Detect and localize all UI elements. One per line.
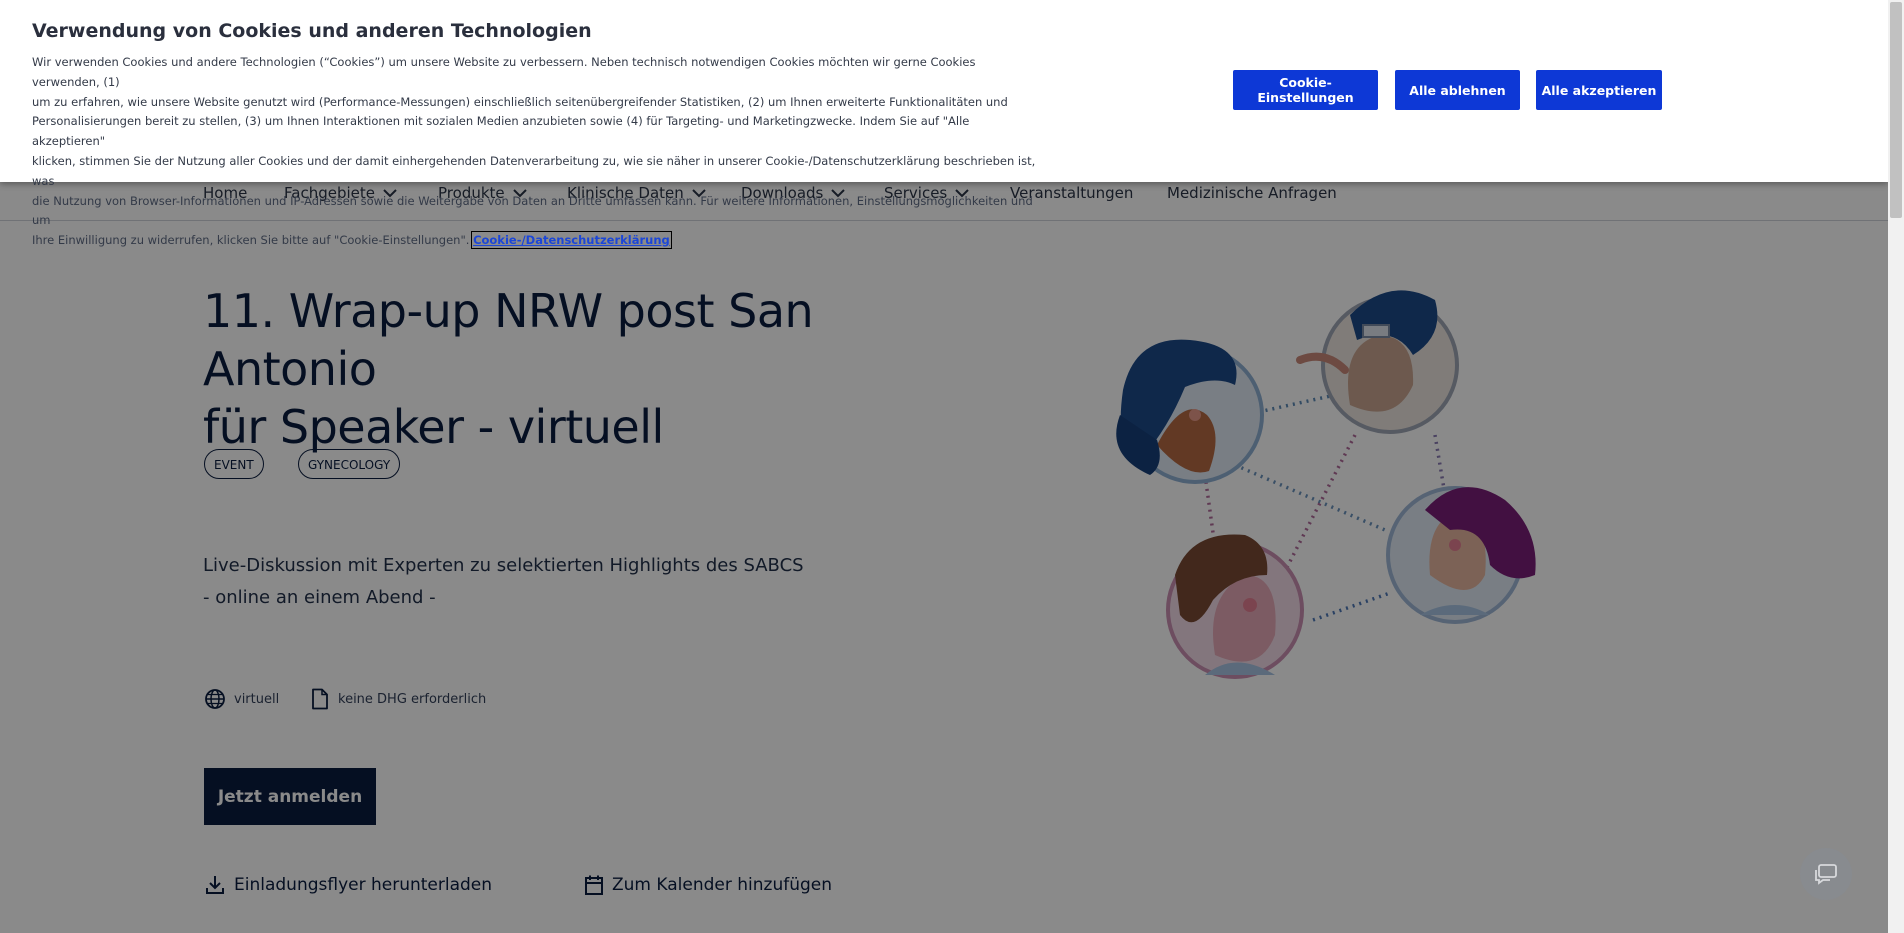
cookie-text-line-3: Personalisierungen bereit zu stellen, (3… [32,114,970,149]
cookie-text-line-1: Wir verwenden Cookies und andere Technol… [32,55,976,89]
scrollbar-thumb[interactable] [1890,2,1902,218]
cookie-banner: Verwendung von Cookies und anderen Techn… [0,0,1888,250]
cookie-policy-link[interactable]: Cookie-/Datenschutzerklärung [471,231,672,250]
chat-button[interactable] [1800,848,1852,900]
cookie-text-line-4: klicken, stimmen Sie der Nutzung aller C… [32,153,1036,188]
page: Home Fachgebiete Produkte Klinische Date… [0,0,1888,933]
cookie-text-line-6: Ihre Einwilligung zu widerrufen, klicken… [32,233,470,248]
chat-icon [1815,864,1837,885]
cookie-banner-title: Verwendung von Cookies und anderen Techn… [32,20,592,42]
cookie-settings-button[interactable]: Cookie-Einstellungen [1233,70,1378,110]
reject-all-button[interactable]: Alle ablehnen [1395,70,1520,110]
accept-all-button[interactable]: Alle akzeptieren [1536,70,1662,110]
cookie-text-line-2: um zu erfahren, wie unsere Website genut… [32,94,1008,109]
cookie-banner-text: Wir verwenden Cookies und andere Technol… [32,53,1042,251]
cookie-text-line-5: die Nutzung von Browser-Informationen un… [32,193,1033,228]
